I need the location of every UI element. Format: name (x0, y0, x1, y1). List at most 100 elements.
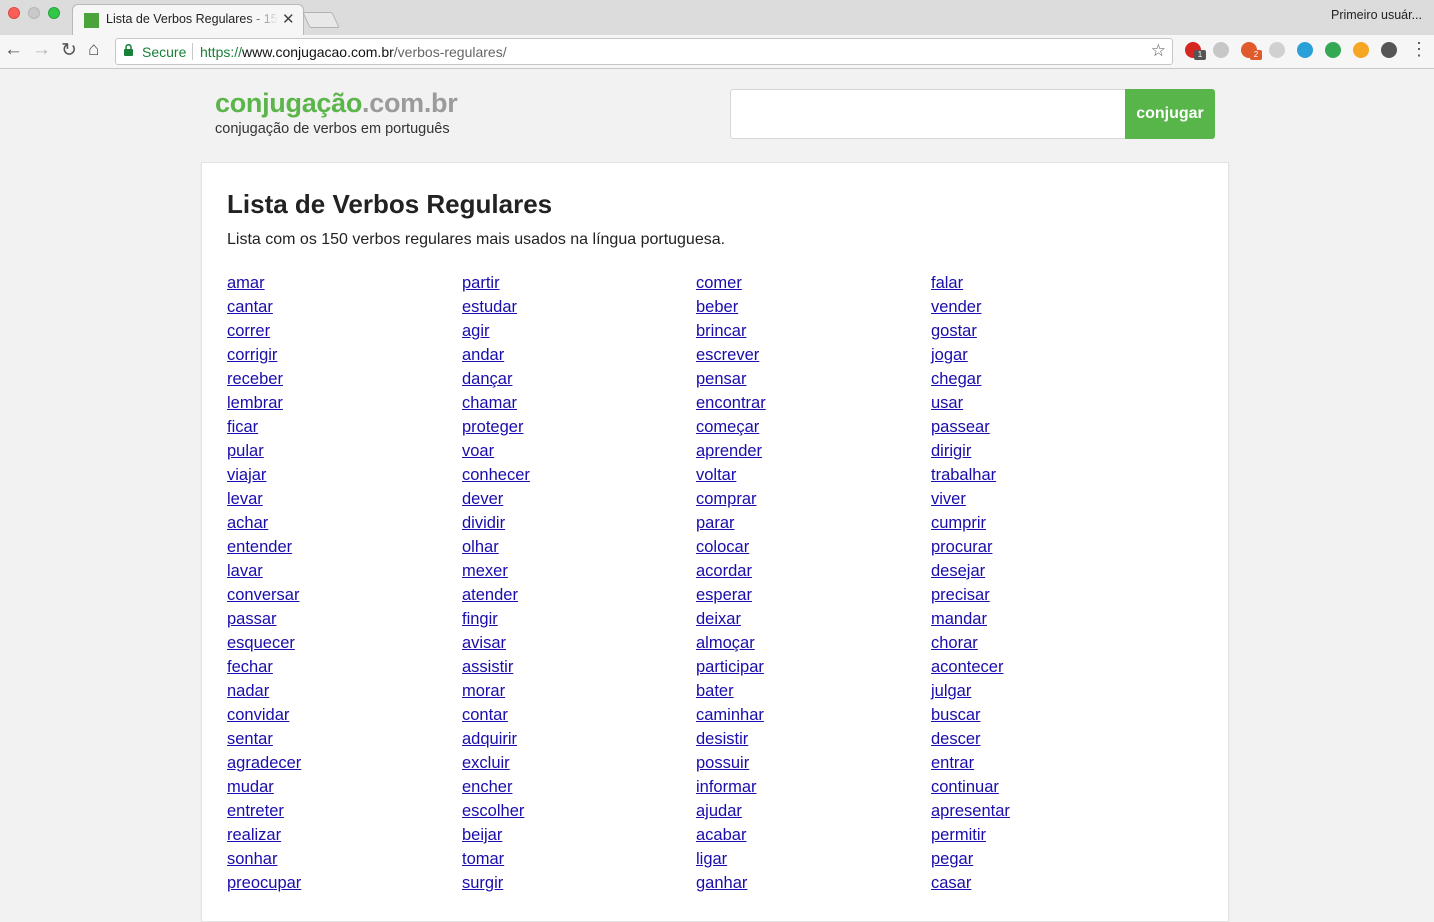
verb-link[interactable]: descer (931, 730, 981, 748)
verb-link[interactable]: comprar (696, 490, 757, 508)
verb-link[interactable]: colocar (696, 538, 749, 556)
verb-link[interactable]: permitir (931, 826, 986, 844)
verb-link[interactable]: sonhar (227, 850, 277, 868)
verb-link[interactable]: amar (227, 274, 265, 292)
verb-link[interactable]: viver (931, 490, 966, 508)
forward-arrow-icon[interactable]: → (32, 39, 51, 61)
verb-link[interactable]: viajar (227, 466, 266, 484)
verb-link[interactable]: avisar (462, 634, 506, 652)
verb-link[interactable]: chamar (462, 394, 517, 412)
profile-button[interactable]: Primeiro usuár... (1331, 8, 1422, 22)
verb-link[interactable]: levar (227, 490, 263, 508)
abp-icon[interactable]: 1 (1185, 42, 1206, 60)
verb-link[interactable]: mudar (227, 778, 274, 796)
rainbow-icon[interactable] (1325, 42, 1341, 58)
verb-link[interactable]: conhecer (462, 466, 530, 484)
verb-link[interactable]: estudar (462, 298, 517, 316)
verb-link[interactable]: fechar (227, 658, 273, 676)
verb-link[interactable]: participar (696, 658, 764, 676)
verb-link[interactable]: mexer (462, 562, 508, 580)
verb-link[interactable]: pensar (696, 370, 746, 388)
verb-link[interactable]: caminhar (696, 706, 764, 724)
verb-link[interactable]: ficar (227, 418, 258, 436)
verb-link[interactable]: trabalhar (931, 466, 996, 484)
cloud-icon[interactable] (1213, 42, 1229, 58)
verb-link[interactable]: pegar (931, 850, 973, 868)
verb-link[interactable]: pular (227, 442, 264, 460)
verb-link[interactable]: realizar (227, 826, 281, 844)
verb-link[interactable]: comer (696, 274, 742, 292)
verb-link[interactable]: acabar (696, 826, 746, 844)
verb-search-input[interactable] (730, 89, 1126, 139)
verb-link[interactable]: atender (462, 586, 518, 604)
conjugate-button[interactable]: conjugar (1125, 89, 1215, 139)
verb-link[interactable]: agradecer (227, 754, 301, 772)
verb-link[interactable]: parar (696, 514, 735, 532)
verb-link[interactable]: dançar (462, 370, 512, 388)
verb-link[interactable]: achar (227, 514, 268, 532)
verb-link[interactable]: excluir (462, 754, 510, 772)
verb-link[interactable]: entrar (931, 754, 974, 772)
verb-link[interactable]: gostar (931, 322, 977, 340)
site-logo[interactable]: conjugação.com.br (215, 88, 458, 119)
verb-link[interactable]: mandar (931, 610, 987, 628)
reload-icon[interactable]: ↻ (61, 39, 77, 62)
verb-link[interactable]: jogar (931, 346, 968, 364)
verb-link[interactable]: entender (227, 538, 292, 556)
verb-link[interactable]: beijar (462, 826, 502, 844)
verb-link[interactable]: dirigir (931, 442, 971, 460)
verb-link[interactable]: desistir (696, 730, 748, 748)
verb-link[interactable]: deixar (696, 610, 741, 628)
hand-icon[interactable] (1353, 42, 1369, 58)
verb-link[interactable]: olhar (462, 538, 499, 556)
verb-link[interactable]: passar (227, 610, 277, 628)
verb-link[interactable]: voltar (696, 466, 736, 484)
verb-link[interactable]: partir (462, 274, 500, 292)
verb-link[interactable]: andar (462, 346, 504, 364)
tab-close-icon[interactable]: ✕ (282, 10, 295, 28)
verb-link[interactable]: preocupar (227, 874, 301, 892)
verb-link[interactable]: corrigir (227, 346, 277, 364)
window-icon[interactable] (1297, 42, 1313, 58)
verb-link[interactable]: desejar (931, 562, 985, 580)
home-icon[interactable]: ⌂ (88, 39, 99, 61)
verb-link[interactable]: chegar (931, 370, 981, 388)
url-text[interactable]: https://www.conjugacao.com.br/verbos-reg… (200, 44, 507, 60)
verb-link[interactable]: tomar (462, 850, 504, 868)
verb-link[interactable]: usar (931, 394, 963, 412)
verb-link[interactable]: assistir (462, 658, 513, 676)
verb-link[interactable]: continuar (931, 778, 999, 796)
verb-link[interactable]: falar (931, 274, 963, 292)
verb-link[interactable]: proteger (462, 418, 523, 436)
verb-link[interactable]: acontecer (931, 658, 1003, 676)
blocked-icon[interactable] (1269, 42, 1285, 58)
verb-link[interactable]: voar (462, 442, 494, 460)
verb-link[interactable]: lembrar (227, 394, 283, 412)
verb-link[interactable]: correr (227, 322, 270, 340)
verb-link[interactable]: procurar (931, 538, 992, 556)
verb-link[interactable]: acordar (696, 562, 752, 580)
address-bar[interactable]: Secure https://www.conjugacao.com.br/ver… (115, 38, 1173, 65)
verb-link[interactable]: agir (462, 322, 490, 340)
ublock-icon[interactable]: 2 (1241, 42, 1262, 60)
verb-link[interactable]: possuir (696, 754, 749, 772)
verb-link[interactable]: lavar (227, 562, 263, 580)
verb-link[interactable]: vender (931, 298, 981, 316)
verb-link[interactable]: adquirir (462, 730, 517, 748)
verb-link[interactable]: receber (227, 370, 283, 388)
verb-link[interactable]: escolher (462, 802, 524, 820)
verb-link[interactable]: nadar (227, 682, 269, 700)
verb-link[interactable]: informar (696, 778, 757, 796)
verb-link[interactable]: buscar (931, 706, 981, 724)
verb-link[interactable]: fingir (462, 610, 498, 628)
back-arrow-icon[interactable]: ← (4, 39, 23, 61)
verb-link[interactable]: julgar (931, 682, 971, 700)
verb-link[interactable]: ajudar (696, 802, 742, 820)
verb-link[interactable]: encher (462, 778, 512, 796)
maximize-window-button[interactable] (48, 7, 60, 19)
verb-link[interactable]: dever (462, 490, 503, 508)
verb-link[interactable]: esperar (696, 586, 752, 604)
verb-link[interactable]: cumprir (931, 514, 986, 532)
verb-link[interactable]: morar (462, 682, 505, 700)
verb-link[interactable]: cantar (227, 298, 273, 316)
